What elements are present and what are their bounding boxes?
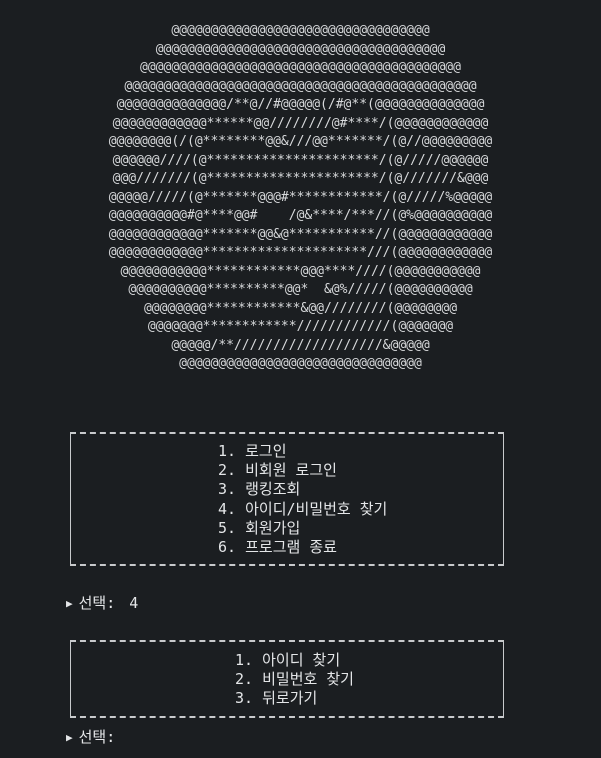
ascii-art-line: @@@@@@@@@@@@@@@@@@@@@@@@@@@@@@@@@@@@@@@@… — [140, 60, 461, 75]
menu-item-login[interactable]: 1. 로그인 — [218, 442, 387, 461]
menu-item-signup[interactable]: 5. 회원가입 — [218, 519, 387, 538]
selection-input-value: 4 — [129, 594, 139, 612]
menu-item-find-password[interactable]: 2. 비밀번호 찾기 — [235, 670, 354, 689]
ascii-art-line: @@@@@@@@@@**********@@* &@%/////(@@@@@@@… — [128, 282, 473, 297]
prompt-arrow-icon: ▶ — [66, 597, 73, 610]
menu-item-guest-login[interactable]: 2. 비회원 로그인 — [218, 461, 387, 480]
ascii-art-line: @@@@@@@@@@@@******@@////////@#****/(@@@@… — [112, 115, 489, 131]
find-menu-box: 1. 아이디 찾기 2. 비밀번호 찾기 3. 뒤로가기 — [70, 640, 504, 718]
ascii-art-line: @@@@@@@@@@@@@@@@@@@@@@@@@@@@@@@@@@@@@@@@… — [124, 78, 477, 94]
terminal-window: @@@@@@@@@@@@@@@@@@@@@@@@@@@@@@@@@ @@@@@@@… — [0, 0, 601, 758]
ascii-art-line: @@@@@@@@@@@@*******@@&@***********//(@@@… — [108, 226, 493, 242]
prompt-label: 선택: — [78, 728, 116, 746]
menu-item-find-account[interactable]: 4. 아이디/비밀번호 찾기 — [218, 500, 387, 519]
ascii-art-line: @@@@@/////(@*******@@@#************/(@//… — [108, 189, 493, 205]
ascii-art-line: @@@@@@@@@@@@@@@@@@@@@@@@@@@@@@@ — [179, 356, 422, 371]
ascii-art-line: @@@@@@@@@@#@****@@# /@&****/***//(@%@@@@… — [108, 208, 493, 223]
text-cursor — [129, 729, 138, 744]
ascii-art-line: @@@@@@@@@@@@@@/**@//#@@@@@(/#@**(@@@@@@@… — [116, 97, 485, 112]
menu-item-find-id[interactable]: 1. 아이디 찾기 — [235, 651, 354, 670]
ascii-art-line: @@@@@@@@@@@************@@@****////(@@@@@… — [120, 263, 481, 279]
ascii-art-line: @@@///////(@**********************/(@///… — [112, 171, 489, 186]
ascii-art-line: @@@@@@@@************&@@////////(@@@@@@@@ — [143, 300, 458, 316]
ascii-art-logo: @@@@@@@@@@@@@@@@@@@@@@@@@@@@@@@@@ @@@@@@@… — [0, 22, 601, 374]
find-menu-list: 1. 아이디 찾기 2. 비밀번호 찾기 3. 뒤로가기 — [235, 651, 354, 709]
main-menu-box: 1. 로그인 2. 비회원 로그인 3. 랭킹조회 4. 아이디/비밀번호 찾기… — [70, 432, 504, 566]
ascii-art-line: @@@@@@////(@**********************/(@///… — [112, 152, 489, 168]
ascii-art-line: @@@@@/**///////////////////&@@@@@ — [171, 337, 430, 353]
prompt-label: 선택: — [78, 594, 116, 612]
selection-prompt-1: ▶ 선택: 4 — [66, 592, 138, 613]
ascii-art-line: @@@@@@@************////////////(@@@@@@@ — [147, 319, 454, 334]
prompt-arrow-icon: ▶ — [66, 731, 73, 744]
main-menu-list: 1. 로그인 2. 비회원 로그인 3. 랭킹조회 4. 아이디/비밀번호 찾기… — [218, 442, 387, 557]
ascii-art-line: @@@@@@@@@@@@*********************///(@@@… — [108, 245, 493, 260]
selection-prompt-2: ▶ 선택: — [66, 726, 138, 747]
menu-item-exit[interactable]: 6. 프로그램 종료 — [218, 538, 387, 557]
menu-item-back[interactable]: 3. 뒤로가기 — [235, 689, 354, 708]
ascii-art-line: @@@@@@@@@@@@@@@@@@@@@@@@@@@@@@@@@@@@@ — [155, 41, 446, 57]
menu-item-ranking[interactable]: 3. 랭킹조회 — [218, 480, 387, 499]
ascii-art-line: @@@@@@@@@@@@@@@@@@@@@@@@@@@@@@@@@ — [171, 23, 430, 38]
ascii-art-line: @@@@@@@@(/(@********@@&///@@*******/(@//… — [108, 134, 493, 149]
